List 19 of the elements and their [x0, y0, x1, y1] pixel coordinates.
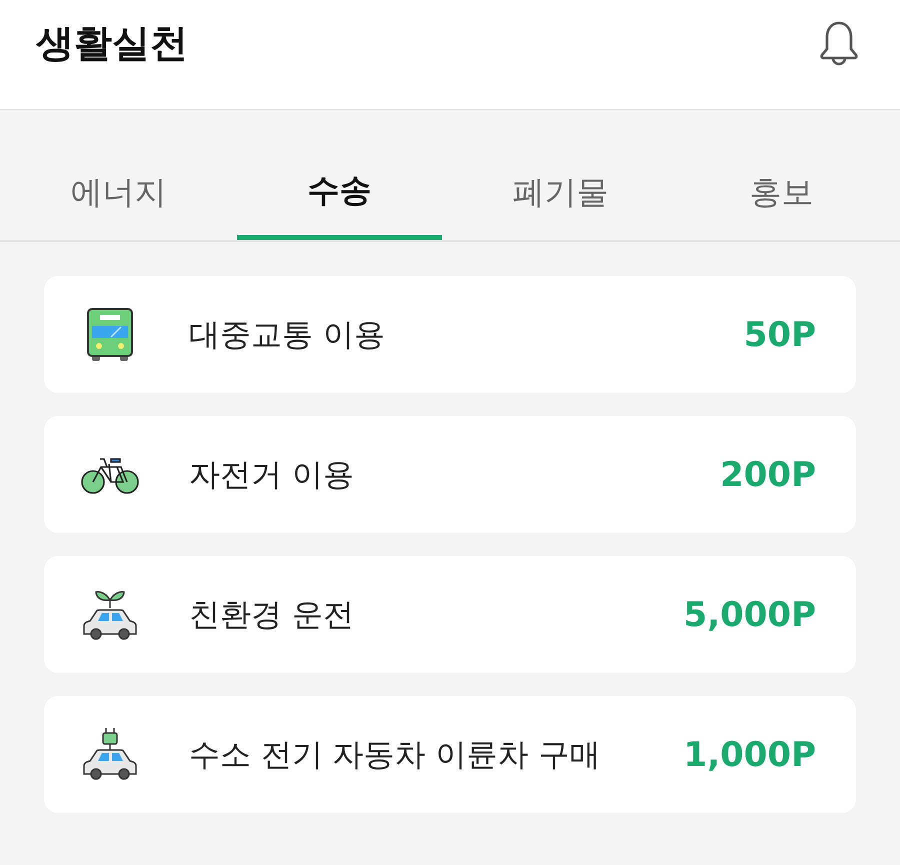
practice-card[interactable]: 자전거 이용 200P	[44, 416, 856, 533]
bus-icon	[85, 306, 135, 362]
practice-label: 수소 전기 자동차 이륜차 구매	[189, 736, 602, 774]
notification-bell-icon[interactable]	[818, 20, 860, 68]
practice-card[interactable]: 친환경 운전 5,000P	[44, 556, 856, 673]
points-value: 200P	[720, 454, 816, 494]
practice-label: 자전거 이용	[189, 456, 355, 494]
tab[interactable]: 수송	[237, 130, 442, 240]
practice-label: 대중교통 이용	[189, 316, 386, 354]
points-value: 50P	[744, 314, 816, 354]
tab[interactable]: 홍보	[679, 130, 884, 240]
practice-card[interactable]: 대중교통 이용 50P	[44, 276, 856, 393]
tab[interactable]: 에너지	[16, 130, 221, 240]
practice-label: 친환경 운전	[189, 596, 355, 634]
points-value: 1,000P	[684, 734, 816, 774]
points-value: 5,000P	[684, 594, 816, 634]
tab[interactable]: 폐기물	[458, 130, 663, 240]
page-title: 생활실천	[36, 20, 188, 67]
practice-card[interactable]: 수소 전기 자동차 이륜차 구매 1,000P	[44, 696, 856, 813]
